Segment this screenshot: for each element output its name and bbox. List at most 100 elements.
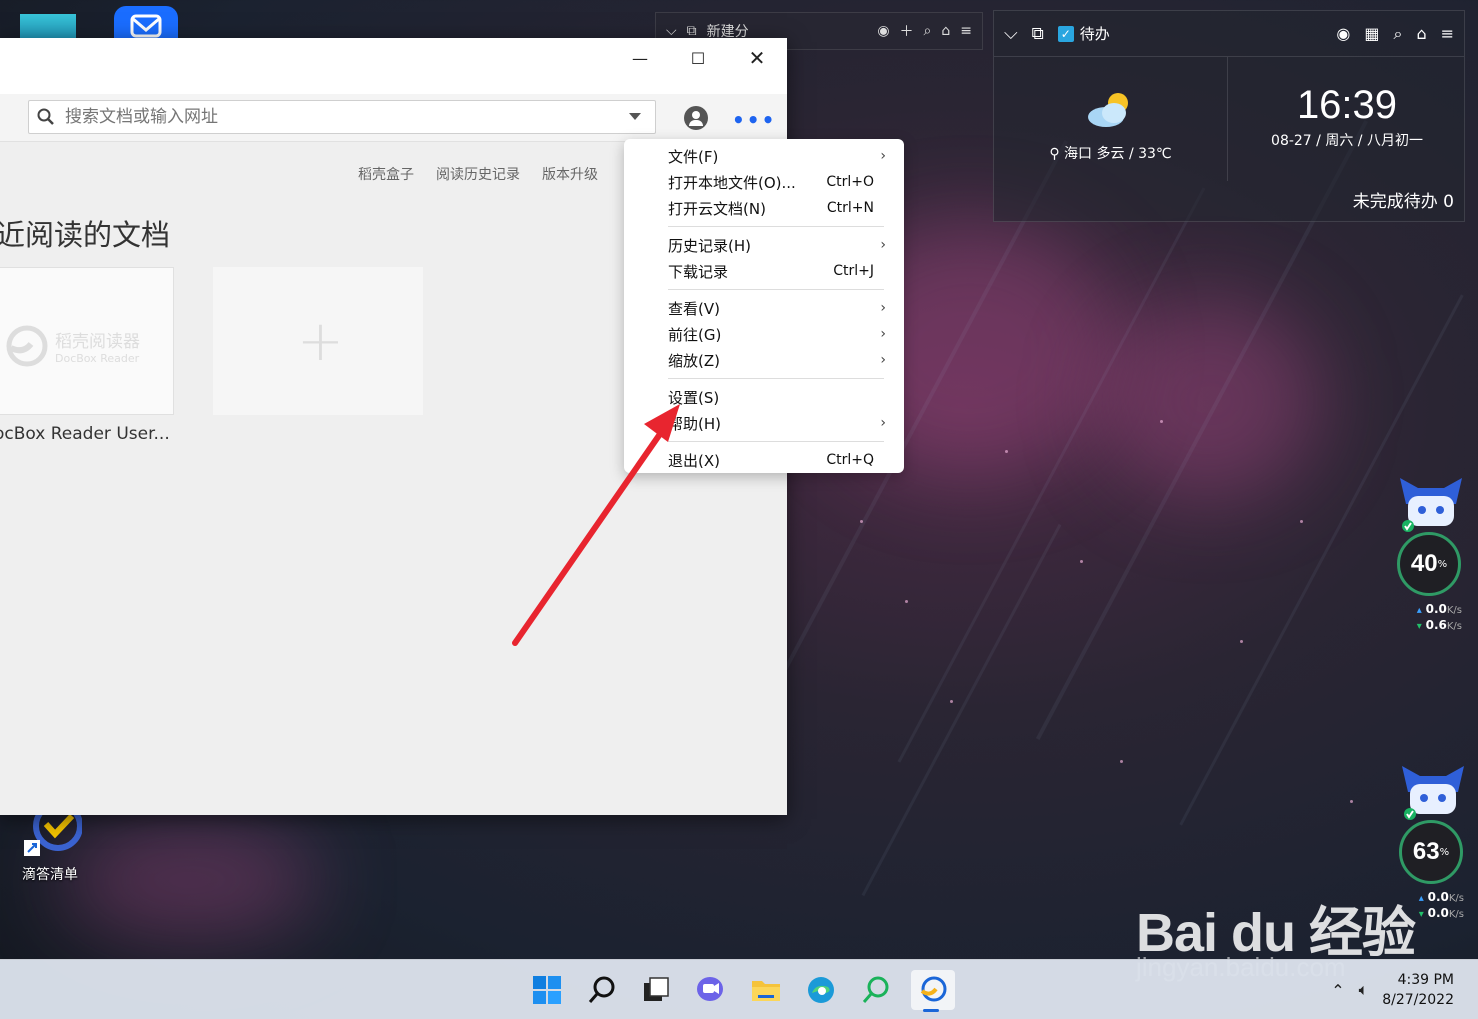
upload-value: 0.0 (1425, 602, 1447, 616)
menu-separator (668, 441, 884, 442)
pending-todos[interactable]: 未完成待办 0 (1353, 187, 1454, 212)
menu-item-goto[interactable]: 前往(G) › (624, 321, 904, 347)
search-app-icon[interactable] (856, 970, 896, 1010)
search-bar[interactable] (28, 100, 656, 134)
system-tray: ⌃ 🔈︎ 4:39 PM 8/27/2022 (1331, 960, 1478, 1019)
menu-item-exit[interactable]: 退出(X) Ctrl+Q (624, 447, 904, 473)
window-icon[interactable]: ⧉ (1032, 24, 1044, 44)
menu-item-downloads[interactable]: 下载记录 Ctrl+J (624, 258, 904, 284)
system-monitor-1[interactable]: 40% ▴ 0.0K/s ▾ 0.6K/s (1394, 474, 1464, 632)
todo-check-icon: ✓ (1057, 25, 1074, 42)
link-upgrade[interactable]: 版本升级 (542, 164, 598, 184)
edge-icon[interactable] (801, 970, 841, 1010)
chevron-down-icon[interactable]: ⌵ (1004, 23, 1018, 44)
menu-item-open-local[interactable]: 打开本地文件(O)... Ctrl+O (624, 169, 904, 195)
menu-item-label: 设置(S) (668, 388, 720, 407)
menu-separator (668, 226, 884, 227)
close-button[interactable]: ✕ (728, 38, 786, 78)
file-explorer-icon[interactable] (746, 970, 786, 1010)
title-bar[interactable]: — ☐ ✕ (0, 38, 787, 94)
windows-start-icon[interactable] (527, 970, 567, 1010)
weather-location: 海口 (1064, 146, 1093, 162)
menu-item-file[interactable]: 文件(F) › (624, 143, 904, 169)
link-docbox[interactable]: 稻壳盒子 (358, 164, 414, 184)
taskbar-clock[interactable]: 4:39 PM 8/27/2022 (1382, 970, 1454, 1010)
more-menu-button[interactable]: ••• (732, 108, 776, 132)
menu-separator (668, 378, 884, 379)
doc-logo-subtitle: DocBox Reader (55, 352, 140, 365)
menu-icon[interactable]: ≡ (1441, 24, 1454, 43)
menu-item-view[interactable]: 查看(V) › (624, 295, 904, 321)
menu-item-history[interactable]: 历史记录(H) › (624, 232, 904, 258)
speaker-icon[interactable]: 🔈︎ (1359, 980, 1369, 1000)
dropdown-arrow-icon[interactable] (629, 113, 641, 120)
cloudy-icon (1087, 93, 1128, 127)
teams-chat-icon[interactable] (690, 970, 730, 1010)
desktop-widget: ⌵ ⧉ ✓ 待办 ◉ ▦ ⌕ ⌂ ≡ ⚲ 海口 多云 / 33℃ 16:39 0… (993, 10, 1465, 222)
menu-item-label: 退出(X) (668, 451, 720, 470)
location-pin-icon: ⚲ (1049, 146, 1060, 162)
user-account-icon[interactable] (684, 106, 708, 130)
taskbar: ⌃ 🔈︎ 4:39 PM 8/27/2022 (0, 959, 1478, 1019)
menu-item-label: 打开云文档(N) (668, 199, 766, 218)
desktop-icon-dida[interactable]: 滴答清单 (10, 801, 90, 884)
search-icon[interactable] (582, 970, 622, 1010)
menu-item-open-cloud[interactable]: 打开云文档(N) Ctrl+N (624, 195, 904, 221)
menu-icon[interactable]: ≡ (960, 23, 972, 39)
skin-icon[interactable]: ⌂ (1416, 24, 1426, 43)
link-history[interactable]: 阅读历史记录 (436, 164, 520, 184)
calendar-icon[interactable]: ▦ (1364, 24, 1379, 43)
top-links: 稻壳盒子 阅读历史记录 版本升级 (358, 164, 598, 184)
minimize-button[interactable]: — (611, 38, 669, 78)
menu-shortcut: Ctrl+O (826, 174, 874, 190)
chevron-right-icon: › (880, 300, 886, 316)
clock-panel: 16:39 08-27 / 周六 / 八月初一 (1228, 57, 1466, 181)
memory-gauge: 63% (1399, 820, 1463, 884)
doc-logo-title: 稻壳阅读器 (55, 332, 140, 352)
add-doc-card[interactable]: + (213, 267, 423, 415)
menu-shortcut: Ctrl+J (833, 263, 874, 279)
weather-panel[interactable]: ⚲ 海口 多云 / 33℃ (994, 57, 1228, 181)
toolbar: ••• (0, 94, 787, 142)
clock-date: 08-27 / 周六 / 八月初一 (1271, 133, 1423, 149)
menu-item-label: 前往(G) (668, 325, 722, 344)
desktop-icon-mail[interactable] (114, 6, 178, 40)
desktop-icon-peek[interactable] (20, 14, 76, 40)
window-icon[interactable]: ⧉ (687, 23, 697, 39)
chevron-right-icon: › (880, 237, 886, 253)
chevron-right-icon: › (880, 415, 886, 431)
search-icon[interactable]: ⌕ (924, 23, 932, 39)
plus-icon: + (297, 309, 344, 374)
user-icon[interactable]: ◉ (1336, 24, 1350, 43)
chevron-up-icon[interactable]: ⌃ (1331, 981, 1344, 1000)
user-icon[interactable]: ◉ (877, 23, 889, 39)
menu-item-help[interactable]: 帮助(H) › (624, 410, 904, 436)
todo-label[interactable]: 待办 (1080, 23, 1110, 44)
gauge-value: 40 (1410, 550, 1438, 577)
docbox-reader-icon[interactable] (911, 970, 955, 1012)
menu-item-label: 查看(V) (668, 299, 720, 318)
clock-time: 16:39 (1296, 83, 1398, 127)
download-value: 0.6 (1425, 618, 1447, 632)
doc-card[interactable]: 稻壳阅读器 DocBox Reader (0, 267, 174, 415)
add-icon[interactable]: ＋ (900, 21, 914, 41)
chevron-down-icon[interactable]: ⌵ (666, 23, 677, 39)
chevron-right-icon: › (880, 148, 886, 164)
search-icon[interactable]: ⌕ (1393, 24, 1402, 44)
task-view-icon[interactable] (636, 970, 676, 1010)
menu-item-settings[interactable]: 设置(S) (624, 384, 904, 410)
search-input[interactable] (65, 107, 605, 127)
search-icon (37, 108, 54, 125)
desktop-icon-label: 滴答清单 (22, 867, 78, 883)
speed-unit: K/s (1448, 893, 1464, 904)
mascot-icon (1396, 762, 1470, 820)
taskbar-date: 8/27/2022 (1382, 992, 1454, 1008)
menu-item-label: 文件(F) (668, 147, 719, 166)
doc-name[interactable]: ocBox Reader User... (0, 424, 170, 444)
cpu-gauge: 40% (1397, 532, 1461, 596)
menu-item-zoom[interactable]: 缩放(Z) › (624, 347, 904, 373)
skin-icon[interactable]: ⌂ (941, 23, 950, 39)
menu-item-label: 历史记录(H) (668, 236, 751, 255)
maximize-button[interactable]: ☐ (669, 38, 727, 78)
menu-shortcut: Ctrl+Q (826, 452, 874, 468)
